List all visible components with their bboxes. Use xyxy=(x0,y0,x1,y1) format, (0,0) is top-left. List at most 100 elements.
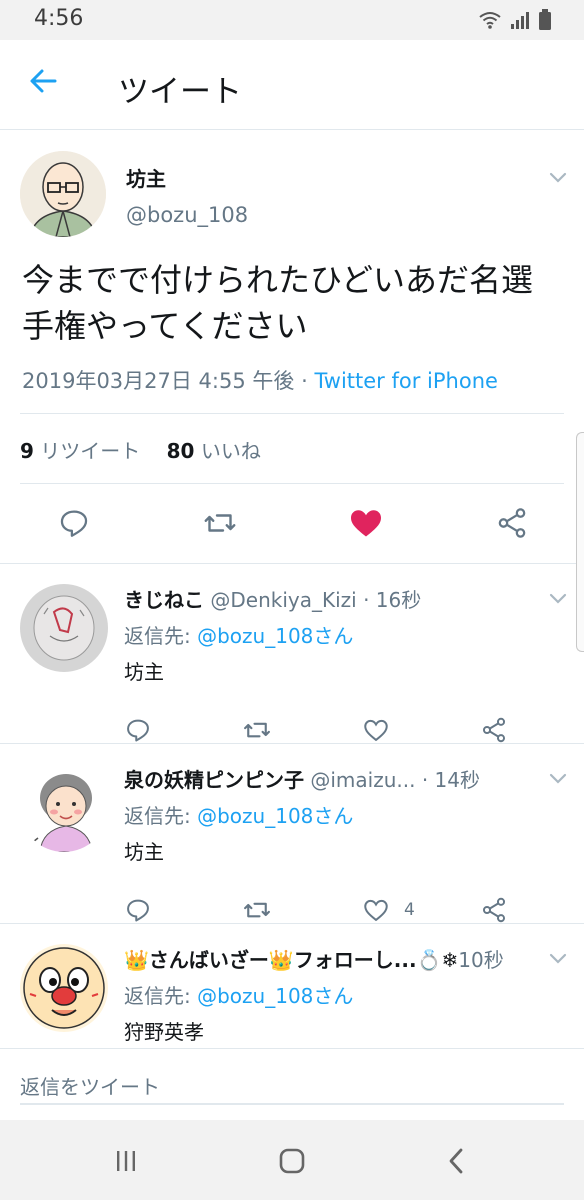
chevron-down-icon xyxy=(549,593,567,604)
status-bar: 4:56 xyxy=(0,0,584,40)
reply-actions: 4 xyxy=(0,894,584,926)
user-handle[interactable]: @bozu_108 xyxy=(126,203,248,227)
status-time: 4:56 xyxy=(34,6,84,31)
share-button[interactable] xyxy=(480,894,508,926)
reply-actions xyxy=(0,714,584,746)
meta-separator: · xyxy=(294,369,315,393)
divider xyxy=(20,413,564,414)
recent-apps-icon xyxy=(117,1151,135,1171)
signal-icon xyxy=(511,12,529,29)
retweet-stat-label: リツイート xyxy=(33,439,141,463)
display-name[interactable]: きじねこ xyxy=(124,588,204,612)
display-name[interactable]: 泉の妖精ピンピン子 xyxy=(124,768,304,792)
tweet-menu-button[interactable] xyxy=(546,165,570,189)
share-icon xyxy=(498,508,526,538)
user-handle[interactable]: @imaizu... xyxy=(310,768,415,792)
like-button[interactable] xyxy=(362,714,404,746)
tweet-menu-button[interactable] xyxy=(546,766,570,790)
tweet-actions xyxy=(0,503,584,543)
replying-label: 返信先: xyxy=(124,984,198,1008)
retweet-icon xyxy=(204,514,236,532)
tweet-menu-button[interactable] xyxy=(546,946,570,970)
reply-button[interactable] xyxy=(124,894,152,926)
reply-time: 10秒 xyxy=(458,948,504,972)
user-handle[interactable]: @Denkiya_Kizi xyxy=(210,588,356,612)
retweet-count: 9 xyxy=(20,439,34,463)
mention-link[interactable]: @bozu_108さん xyxy=(197,984,353,1008)
avatar[interactable] xyxy=(20,764,108,852)
like-button[interactable]: 4 xyxy=(362,894,415,926)
chevron-left-icon xyxy=(449,1148,463,1174)
share-icon xyxy=(482,717,506,743)
reply-header: 👑さんばいざー👑フォローし...💍❄10秒 xyxy=(124,944,532,973)
back-nav-button[interactable] xyxy=(436,1144,476,1178)
tweet-menu-button[interactable] xyxy=(546,586,570,610)
tweet-meta: 2019年03月27日 4:55 午後 · Twitter for iPhone xyxy=(22,365,498,395)
reply-text: 坊主 xyxy=(124,660,164,684)
tweet-text: 今までで付けられたひどいあだ名選手権やってください xyxy=(22,261,534,345)
app-header: ツイート xyxy=(0,40,584,130)
avatar-illustration xyxy=(20,584,108,672)
reply-text: 坊主 xyxy=(124,840,164,864)
like-count: 80 xyxy=(166,439,195,463)
scrollbar[interactable] xyxy=(576,432,584,652)
replying-to: 返信先: @bozu_108さん xyxy=(124,980,353,1009)
heart-filled-icon xyxy=(351,510,381,537)
display-name[interactable]: 坊主 xyxy=(126,163,166,192)
arrow-left-icon xyxy=(30,69,57,93)
reply-icon xyxy=(127,899,149,922)
tweet-timestamp: 2019年03月27日 4:55 午後 xyxy=(22,369,295,393)
replying-to: 返信先: @bozu_108さん xyxy=(124,800,353,829)
avatar[interactable] xyxy=(20,944,108,1032)
share-button[interactable] xyxy=(480,714,508,746)
page-title: ツイート xyxy=(118,74,242,110)
system-nav-bar xyxy=(0,1120,584,1200)
heart-icon xyxy=(364,899,388,922)
reply-input[interactable] xyxy=(20,1071,564,1105)
reply-tweet[interactable]: きじねこ @Denkiya_Kizi · 16秒 返信先: @bozu_108さ… xyxy=(0,563,584,743)
home-button[interactable] xyxy=(272,1144,312,1178)
reply-icon xyxy=(60,510,88,537)
replying-to: 返信先: @bozu_108さん xyxy=(124,620,353,649)
tweet-source-link[interactable]: Twitter for iPhone xyxy=(314,369,498,393)
back-button[interactable] xyxy=(28,66,68,102)
avatar[interactable] xyxy=(20,584,108,672)
like-count: 4 xyxy=(404,900,415,920)
like-button[interactable] xyxy=(346,503,386,543)
display-name[interactable]: 👑さんばいざー👑フォローし...💍❄ xyxy=(124,948,458,972)
reply-text: 狩野英孝 xyxy=(124,1020,204,1044)
reply-composer xyxy=(0,1048,584,1120)
retweet-button[interactable] xyxy=(242,714,272,746)
retweet-icon xyxy=(244,902,270,918)
wifi-icon xyxy=(479,12,501,29)
reply-tweet[interactable]: 泉の妖精ピンピン子 @imaizu... · 14秒 返信先: @bozu_10… xyxy=(0,743,584,923)
retweet-button[interactable] xyxy=(200,503,240,543)
reply-button[interactable] xyxy=(124,714,152,746)
divider xyxy=(20,483,564,484)
like-stat[interactable]: 80 いいね xyxy=(167,439,261,463)
battery-icon xyxy=(539,9,551,30)
mention-link[interactable]: @bozu_108さん xyxy=(197,624,353,648)
reply-button[interactable] xyxy=(54,503,94,543)
time-separator: · xyxy=(363,588,376,612)
like-stat-label: いいね xyxy=(194,439,261,463)
share-button[interactable] xyxy=(492,503,532,543)
retweet-stat[interactable]: 9 リツイート xyxy=(20,439,140,463)
replying-label: 返信先: xyxy=(124,624,198,648)
avatar-illustration xyxy=(20,151,106,237)
reply-header: 泉の妖精ピンピン子 @imaizu... · 14秒 xyxy=(124,764,544,793)
recent-apps-button[interactable] xyxy=(106,1144,146,1178)
chevron-down-icon xyxy=(549,953,567,964)
avatar-illustration xyxy=(20,764,108,852)
mention-link[interactable]: @bozu_108さん xyxy=(197,804,353,828)
chevron-down-icon xyxy=(549,172,567,183)
avatar[interactable] xyxy=(20,151,106,237)
reply-tweet[interactable]: 👑さんばいざー👑フォローし...💍❄10秒 返信先: @bozu_108さん 狩… xyxy=(0,923,584,1048)
reply-header: きじねこ @Denkiya_Kizi · 16秒 xyxy=(124,584,544,613)
chevron-down-icon xyxy=(549,773,567,784)
home-icon xyxy=(279,1148,305,1174)
retweet-button[interactable] xyxy=(242,894,272,926)
replying-label: 返信先: xyxy=(124,804,198,828)
status-icons xyxy=(478,9,552,31)
tweet-stats: 9 リツイート 80 いいね xyxy=(20,435,261,464)
